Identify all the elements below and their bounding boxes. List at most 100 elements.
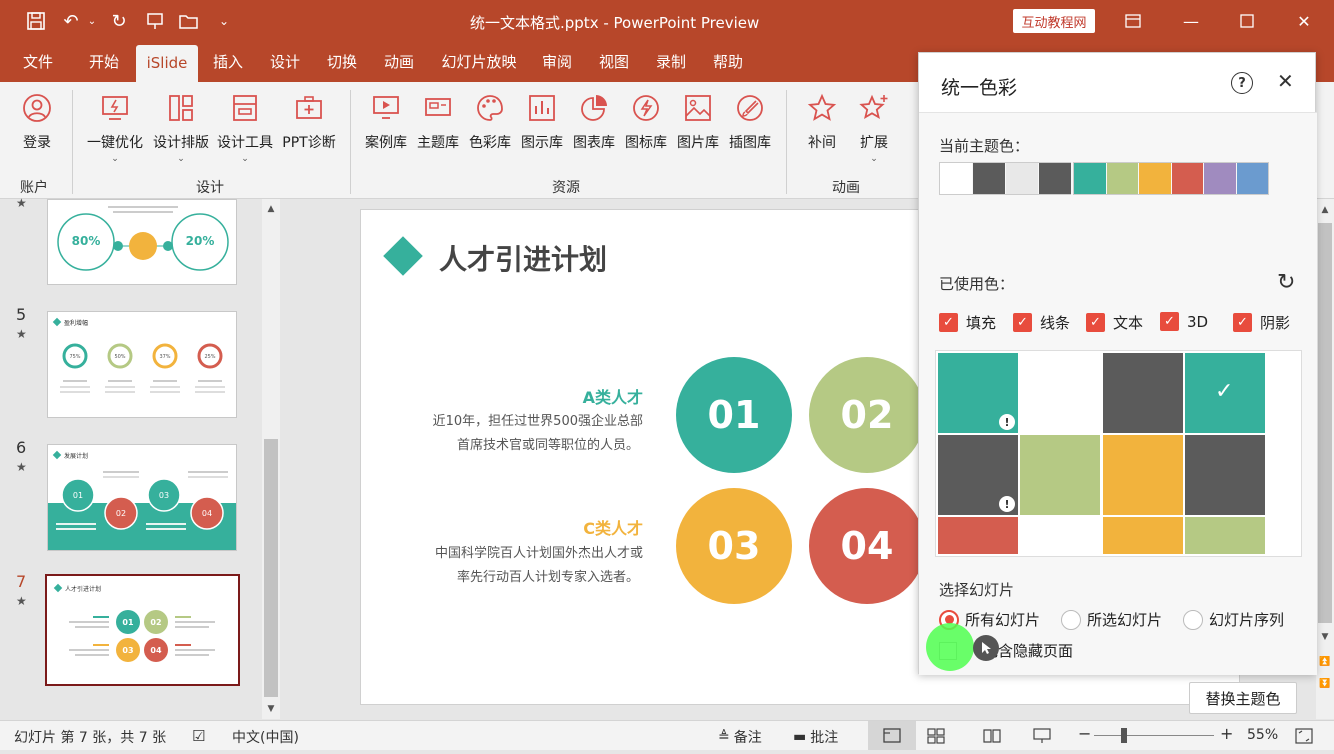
theme-library-button[interactable]: 主题库 <box>414 92 462 152</box>
shadow-checkbox[interactable]: ✓ 阴影 <box>1233 312 1290 333</box>
a-class-label[interactable]: A类人才 <box>541 384 643 408</box>
used-color-cell[interactable] <box>938 517 1018 554</box>
extend-button[interactable]: 扩展 ⌄ <box>850 92 898 164</box>
undo-icon[interactable]: ↶ <box>58 8 84 34</box>
scroll-up-icon[interactable]: ▲ <box>262 199 280 219</box>
zoom-out-icon[interactable]: − <box>1078 724 1091 743</box>
minimize-icon[interactable]: — <box>1176 8 1206 34</box>
3d-checkbox[interactable]: ✓ 3D <box>1160 312 1208 331</box>
customize-qat-icon[interactable]: ⌄ <box>216 8 232 34</box>
editor-scrollbar[interactable]: ▲ ▼ ⏫ ⏬ <box>1316 199 1334 719</box>
text-checkbox[interactable]: ✓ 文本 <box>1086 312 1143 333</box>
used-color-cell[interactable] <box>1103 435 1183 515</box>
zoom-slider[interactable] <box>1094 735 1214 736</box>
close-icon[interactable]: ✕ <box>1289 8 1319 34</box>
tween-button[interactable]: 补间 <box>798 92 846 152</box>
illustration-library-button[interactable]: 插图库 <box>726 92 774 152</box>
diagram-library-button[interactable]: 图示库 <box>518 92 566 152</box>
slide-title[interactable]: 人才引进计划 <box>439 238 607 278</box>
slide-thumbnail-6[interactable]: 发展计划 01 02 03 04 <box>47 444 237 551</box>
tab-insert[interactable]: 插入 <box>204 42 252 82</box>
tab-help[interactable]: 帮助 <box>704 42 752 82</box>
presentation-icon[interactable] <box>142 8 168 34</box>
used-color-cell[interactable] <box>1020 435 1100 515</box>
slide-thumbnail-4[interactable]: 80% 20% <box>47 199 237 285</box>
tab-record[interactable]: 录制 <box>648 42 694 82</box>
image-library-button[interactable]: 图片库 <box>674 92 722 152</box>
scroll-down-icon[interactable]: ▼ <box>262 699 280 719</box>
tab-view[interactable]: 视图 <box>590 42 638 82</box>
used-color-cell[interactable] <box>1020 353 1100 433</box>
theme-color-swatch[interactable] <box>1039 163 1071 194</box>
scroll-down-icon[interactable]: ▼ <box>1316 629 1334 645</box>
theme-color-swatch[interactable] <box>940 163 972 194</box>
selected-slides-radio[interactable]: 所选幻灯片 <box>1061 609 1162 630</box>
theme-color-swatch[interactable] <box>1074 163 1106 194</box>
help-icon[interactable]: ? <box>1231 72 1253 94</box>
maximize-icon[interactable] <box>1232 8 1262 34</box>
replace-theme-color-button[interactable]: 替换主题色 <box>1189 682 1297 714</box>
c-class-desc-2[interactable]: 率先行动百人计划专家入选者。 <box>401 566 639 585</box>
scroll-thumb[interactable] <box>1318 223 1332 623</box>
zoom-level[interactable]: 55% <box>1247 727 1278 743</box>
tab-animations[interactable]: 动画 <box>376 42 422 82</box>
undo-dropdown-icon[interactable]: ⌄ <box>86 8 98 34</box>
zoom-slider-thumb[interactable] <box>1121 728 1127 743</box>
panel-close-icon[interactable]: ✕ <box>1277 69 1294 93</box>
next-slide-icon[interactable]: ⏬ <box>1316 675 1334 693</box>
used-color-cell[interactable] <box>1020 517 1100 554</box>
tab-home[interactable]: 开始 <box>78 42 130 82</box>
used-color-cell[interactable] <box>1185 517 1265 554</box>
ppt-diagnose-button[interactable]: PPT诊断 <box>280 92 338 152</box>
slide-thumbnail-7[interactable]: 人才引进计划 01 02 03 04 <box>45 574 240 686</box>
reading-view-icon[interactable] <box>982 727 1002 749</box>
used-color-cell-selected[interactable]: ✓ <box>1185 353 1265 433</box>
ribbon-display-icon[interactable] <box>1118 8 1148 34</box>
used-color-cell[interactable] <box>1103 517 1183 554</box>
fill-checkbox[interactable]: ✓ 填充 <box>939 312 996 333</box>
zoom-in-icon[interactable]: + <box>1220 724 1233 743</box>
language-indicator[interactable]: 中文(中国) <box>232 727 299 747</box>
tab-transitions[interactable]: 切换 <box>318 42 366 82</box>
tab-file[interactable]: 文件 <box>14 42 62 82</box>
design-layout-button[interactable]: 设计排版 ⌄ <box>150 92 212 164</box>
used-color-cell[interactable]: ! <box>938 435 1018 515</box>
theme-color-swatch[interactable] <box>973 163 1005 194</box>
theme-color-swatch[interactable] <box>1171 163 1203 194</box>
a-class-desc-1[interactable]: 近10年，担任过世界500强企业总部 <box>401 410 643 429</box>
notes-button[interactable]: ≜ 备注 <box>718 727 762 747</box>
normal-view-button[interactable] <box>868 721 916 750</box>
theme-color-swatch[interactable] <box>1006 163 1038 194</box>
used-color-cell[interactable] <box>1103 353 1183 433</box>
slide-sorter-icon[interactable] <box>926 727 946 749</box>
brand-badge[interactable]: 互动教程网 <box>1013 9 1095 33</box>
open-folder-icon[interactable] <box>176 8 202 34</box>
case-library-button[interactable]: 案例库 <box>362 92 410 152</box>
theme-color-swatch[interactable] <box>1106 163 1138 194</box>
save-icon[interactable] <box>22 8 50 34</box>
theme-color-swatch[interactable] <box>1204 163 1236 194</box>
color-library-button[interactable]: 色彩库 <box>466 92 514 152</box>
used-color-cell[interactable]: ! <box>938 353 1018 433</box>
redo-icon[interactable]: ↻ <box>106 8 132 34</box>
thumbnail-scrollbar[interactable]: ▲ ▼ <box>262 199 280 719</box>
login-button[interactable]: 登录 <box>12 92 62 152</box>
tab-review[interactable]: 审阅 <box>534 42 580 82</box>
slide-sequence-radio[interactable]: 幻灯片序列 <box>1183 609 1284 630</box>
used-color-cell[interactable] <box>1185 435 1265 515</box>
theme-color-swatch[interactable] <box>1139 163 1171 194</box>
circle-02[interactable]: 02 <box>809 357 925 473</box>
theme-color-swatch[interactable] <box>1236 163 1268 194</box>
scroll-thumb[interactable] <box>264 439 278 697</box>
slideshow-icon[interactable] <box>1032 727 1052 749</box>
scroll-up-icon[interactable]: ▲ <box>1316 201 1334 219</box>
one-click-optimize-button[interactable]: 一键优化 ⌄ <box>84 92 146 164</box>
circle-03[interactable]: 03 <box>676 488 792 604</box>
slide-thumbnail-5[interactable]: 盈利增幅 75% 50% 37% 25% <box>47 311 237 418</box>
design-tools-button[interactable]: 设计工具 ⌄ <box>214 92 276 164</box>
fit-to-window-icon[interactable] <box>1294 727 1314 749</box>
refresh-icon[interactable]: ↻ <box>1277 270 1295 295</box>
tab-design[interactable]: 设计 <box>262 42 308 82</box>
comments-button[interactable]: ▬ 批注 <box>793 727 838 747</box>
accessibility-icon[interactable]: ☑ <box>192 727 205 745</box>
